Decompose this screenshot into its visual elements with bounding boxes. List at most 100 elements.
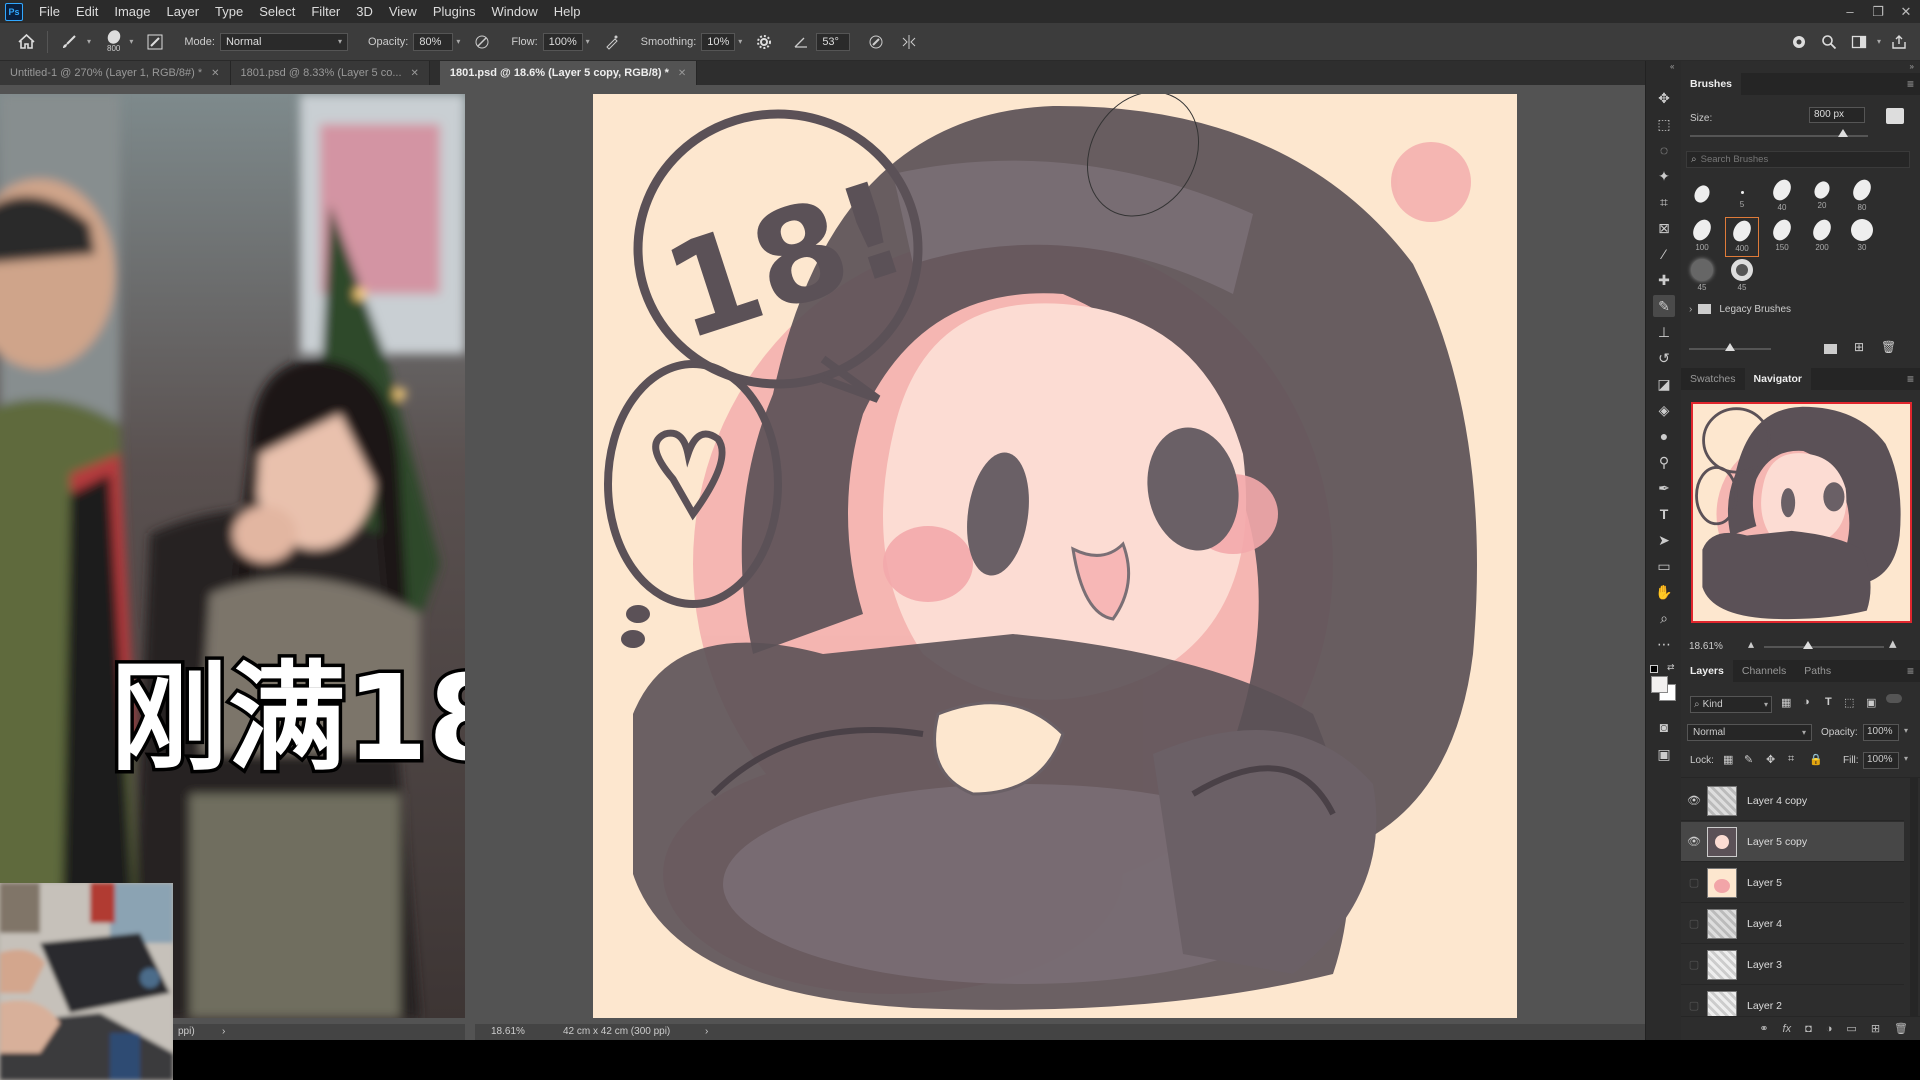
navigator-zoom[interactable]: 18.61% — [1689, 641, 1723, 652]
navigator-preview[interactable] — [1691, 402, 1912, 623]
brush-preset[interactable] — [1685, 177, 1719, 217]
fill-input[interactable]: 100% — [1863, 752, 1899, 769]
symmetry-icon[interactable] — [897, 30, 921, 54]
magic-wand-icon[interactable]: ✦ — [1653, 165, 1675, 187]
type-tool-icon[interactable]: T — [1653, 503, 1675, 525]
frame-tool-icon[interactable]: ⊠ — [1653, 217, 1675, 239]
eye-hidden-icon[interactable]: ▢ — [1681, 958, 1707, 971]
brush-preset[interactable]: 45 — [1685, 257, 1719, 297]
minimize-button[interactable]: – — [1836, 4, 1864, 20]
lock-artboard-icon[interactable]: ⌗ — [1788, 753, 1794, 766]
restore-button[interactable]: ❐ — [1864, 4, 1892, 20]
search-brushes-field[interactable]: ⌕ Search Brushes — [1686, 151, 1910, 168]
brush-folder[interactable]: › Legacy Brushes — [1681, 300, 1920, 318]
eye-hidden-icon[interactable]: ▢ — [1681, 999, 1707, 1012]
paint-bucket-icon[interactable]: ◈ — [1653, 399, 1675, 421]
layer-name[interactable]: Layer 2 — [1747, 1000, 1782, 1012]
panel-menu-icon[interactable]: ≡ — [1907, 372, 1914, 386]
smoothing-input[interactable]: 10% — [701, 32, 736, 51]
layer-opacity-input[interactable]: 100% — [1863, 724, 1899, 741]
layer-name[interactable]: Layer 4 — [1747, 918, 1782, 930]
menu-view[interactable]: View — [381, 0, 425, 23]
swap-colors-icon[interactable]: ⇄ — [1667, 662, 1675, 673]
move-tool-icon[interactable]: ✥ — [1653, 87, 1675, 109]
chevron-down-icon[interactable]: ▾ — [87, 37, 91, 46]
tab-1801-small[interactable]: 1801.psd @ 8.33% (Layer 5 co... ✕ — [230, 61, 430, 85]
pen-tool-icon[interactable]: ✒ — [1653, 477, 1675, 499]
shape-tool-icon[interactable]: ▭ — [1653, 555, 1675, 577]
lock-pixels-icon[interactable]: ✎ — [1744, 753, 1753, 766]
eye-hidden-icon[interactable]: ▢ — [1681, 917, 1707, 930]
panel-menu-icon[interactable]: ≡ — [1907, 77, 1914, 91]
layer-row[interactable]: ▢ Layer 2 — [1681, 986, 1904, 1020]
close-icon[interactable]: ✕ — [678, 68, 686, 79]
chevron-down-icon[interactable]: ▾ — [456, 37, 460, 46]
tab-brushes[interactable]: Brushes — [1681, 73, 1742, 95]
chevron-right-icon[interactable]: › — [705, 1026, 708, 1037]
hand-tool-icon[interactable]: ✋ — [1653, 581, 1675, 603]
menu-help[interactable]: Help — [546, 0, 589, 23]
chevron-down-icon[interactable]: ▾ — [738, 37, 742, 46]
chevron-down-icon[interactable]: ▾ — [586, 37, 590, 46]
chevron-right-icon[interactable]: › — [1689, 304, 1692, 315]
opacity-input[interactable]: 80% — [413, 32, 454, 51]
mode-select[interactable]: Normal ▾ — [219, 32, 348, 51]
eraser-icon[interactable]: ◪ — [1653, 373, 1675, 395]
filter-type-icon[interactable]: T — [1825, 696, 1832, 708]
marquee-tool-icon[interactable]: ⬚ — [1653, 113, 1675, 135]
menu-filter[interactable]: Filter — [303, 0, 348, 23]
menu-window[interactable]: Window — [483, 0, 545, 23]
menu-file[interactable]: File — [31, 0, 68, 23]
brush-tool-icon[interactable] — [57, 30, 81, 54]
add-mask-icon[interactable]: ◘ — [1805, 1023, 1812, 1035]
panel-menu-icon[interactable]: ≡ — [1907, 664, 1914, 678]
pressure-size-icon[interactable] — [864, 30, 888, 54]
filter-shape-icon[interactable]: ⬚ — [1844, 696, 1854, 709]
tab-swatches[interactable]: Swatches — [1681, 368, 1745, 390]
eye-icon[interactable]: 👁 — [1681, 835, 1707, 848]
tab-untitled-1[interactable]: Untitled-1 @ 270% (Layer 1, RGB/8#) * ✕ — [0, 61, 231, 85]
workspace-icon[interactable] — [1847, 30, 1871, 54]
slider-handle-icon[interactable] — [1803, 641, 1813, 649]
share-icon[interactable] — [1887, 30, 1911, 54]
zoom-readout[interactable]: 18.61% — [491, 1026, 525, 1037]
layer-kind-filter[interactable]: ⌕ Kind ▾ — [1690, 696, 1772, 713]
chevron-right-icon[interactable]: › — [222, 1026, 225, 1037]
eye-icon[interactable]: 👁 — [1681, 794, 1707, 807]
brush-tool-icon[interactable]: ✎ — [1653, 295, 1675, 317]
menu-plugins[interactable]: Plugins — [425, 0, 484, 23]
layer-name[interactable]: Layer 5 — [1747, 877, 1782, 889]
filter-adjustment-icon[interactable]: ◑ — [1803, 696, 1810, 708]
zoom-in-icon[interactable]: ▴ — [1889, 634, 1897, 652]
chevron-down-icon[interactable]: ▾ — [129, 37, 133, 46]
search-icon[interactable] — [1817, 30, 1841, 54]
lock-transparency-icon[interactable]: ▦ — [1723, 753, 1733, 766]
navigator-zoom-slider[interactable] — [1764, 646, 1884, 648]
layer-row[interactable]: 👁 Layer 4 copy — [1681, 781, 1904, 821]
brush-preset[interactable]: 5 — [1725, 177, 1759, 217]
clone-stamp-icon[interactable]: ⊥ — [1653, 321, 1675, 343]
new-layer-icon[interactable]: ⊞ — [1871, 1022, 1880, 1035]
layer-row[interactable]: ▢ Layer 5 — [1681, 863, 1904, 903]
brush-preset-picker[interactable]: 800 — [104, 27, 123, 53]
more-tools-icon[interactable]: ⋯ — [1653, 633, 1675, 655]
zoom-out-icon[interactable]: ▴ — [1748, 637, 1754, 651]
history-brush-icon[interactable]: ↺ — [1653, 347, 1675, 369]
close-icon[interactable]: ✕ — [211, 68, 219, 79]
brush-preset[interactable]: 100 — [1685, 216, 1719, 257]
layers-scrollbar[interactable] — [1910, 778, 1918, 1018]
quick-mask-icon[interactable]: ◙ — [1653, 716, 1675, 738]
tab-layers[interactable]: Layers — [1681, 660, 1733, 682]
video-frame[interactable]: 刚满18 — [0, 94, 465, 1018]
trash-icon[interactable]: 🗑 — [1894, 1022, 1908, 1035]
collapse-panels-icon[interactable]: » — [1910, 62, 1914, 71]
close-button[interactable]: ✕ — [1892, 4, 1920, 20]
dodge-tool-icon[interactable]: ⚲ — [1653, 451, 1675, 473]
brush-preset[interactable]: 45 — [1725, 257, 1759, 297]
brush-preset-selected[interactable]: 400 — [1725, 217, 1759, 257]
brush-preset[interactable]: 40 — [1765, 176, 1799, 217]
default-colors-icon[interactable] — [1650, 665, 1658, 673]
layer-name[interactable]: Layer 4 copy — [1747, 795, 1807, 807]
brush-preset[interactable]: 150 — [1765, 216, 1799, 257]
slider-handle-icon[interactable] — [1725, 343, 1735, 351]
